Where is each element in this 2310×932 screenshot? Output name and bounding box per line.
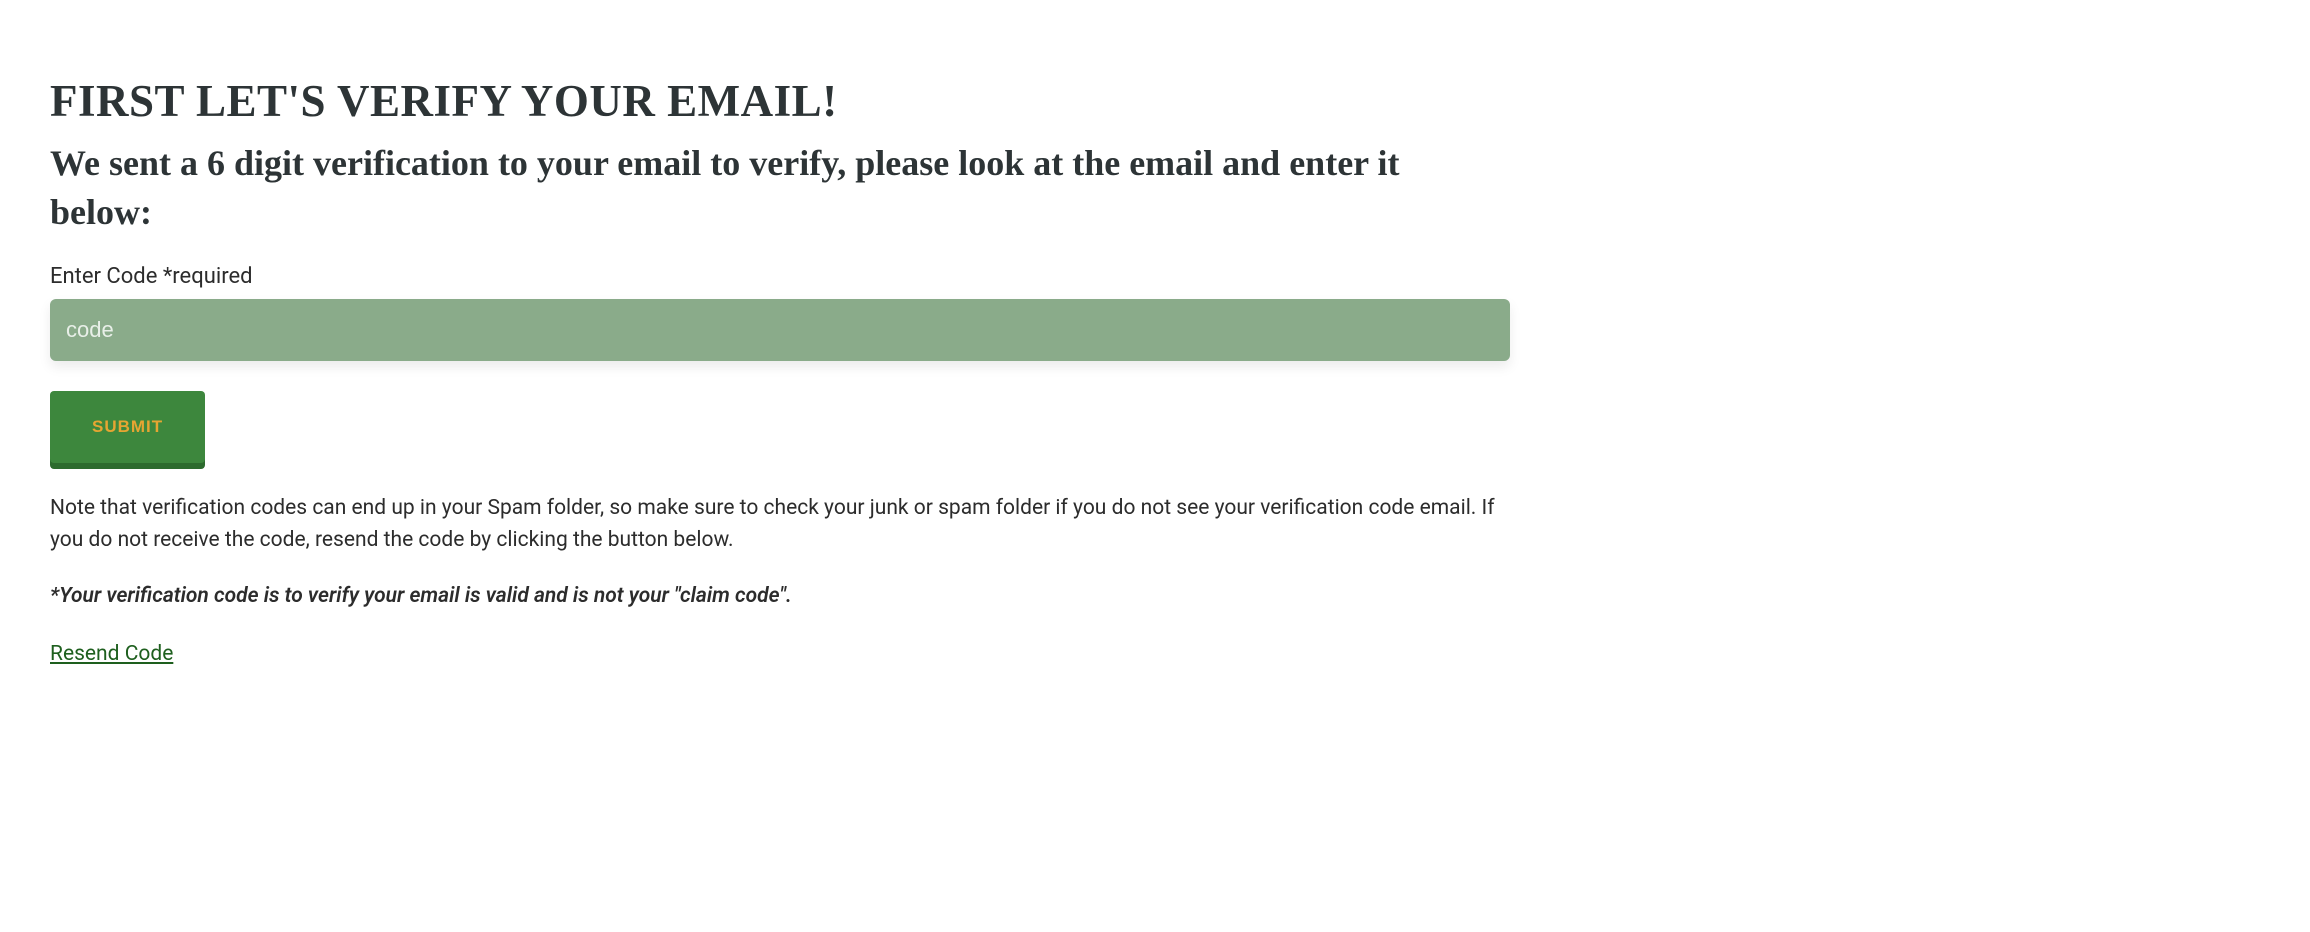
code-input-label: Enter Code *required [50,264,1510,289]
verify-email-container: FIRST LET'S VERIFY YOUR EMAIL! We sent a… [50,75,1510,666]
code-input[interactable] [50,299,1510,361]
claim-code-disclaimer: *Your verification code is to verify you… [50,584,1510,608]
submit-button[interactable]: SUBMIT [50,391,205,463]
spam-folder-note: Note that verification codes can end up … [50,493,1510,556]
resend-code-link[interactable]: Resend Code [50,642,173,666]
page-subtitle: We sent a 6 digit verification to your e… [50,139,1510,236]
page-title: FIRST LET'S VERIFY YOUR EMAIL! [50,75,1510,127]
